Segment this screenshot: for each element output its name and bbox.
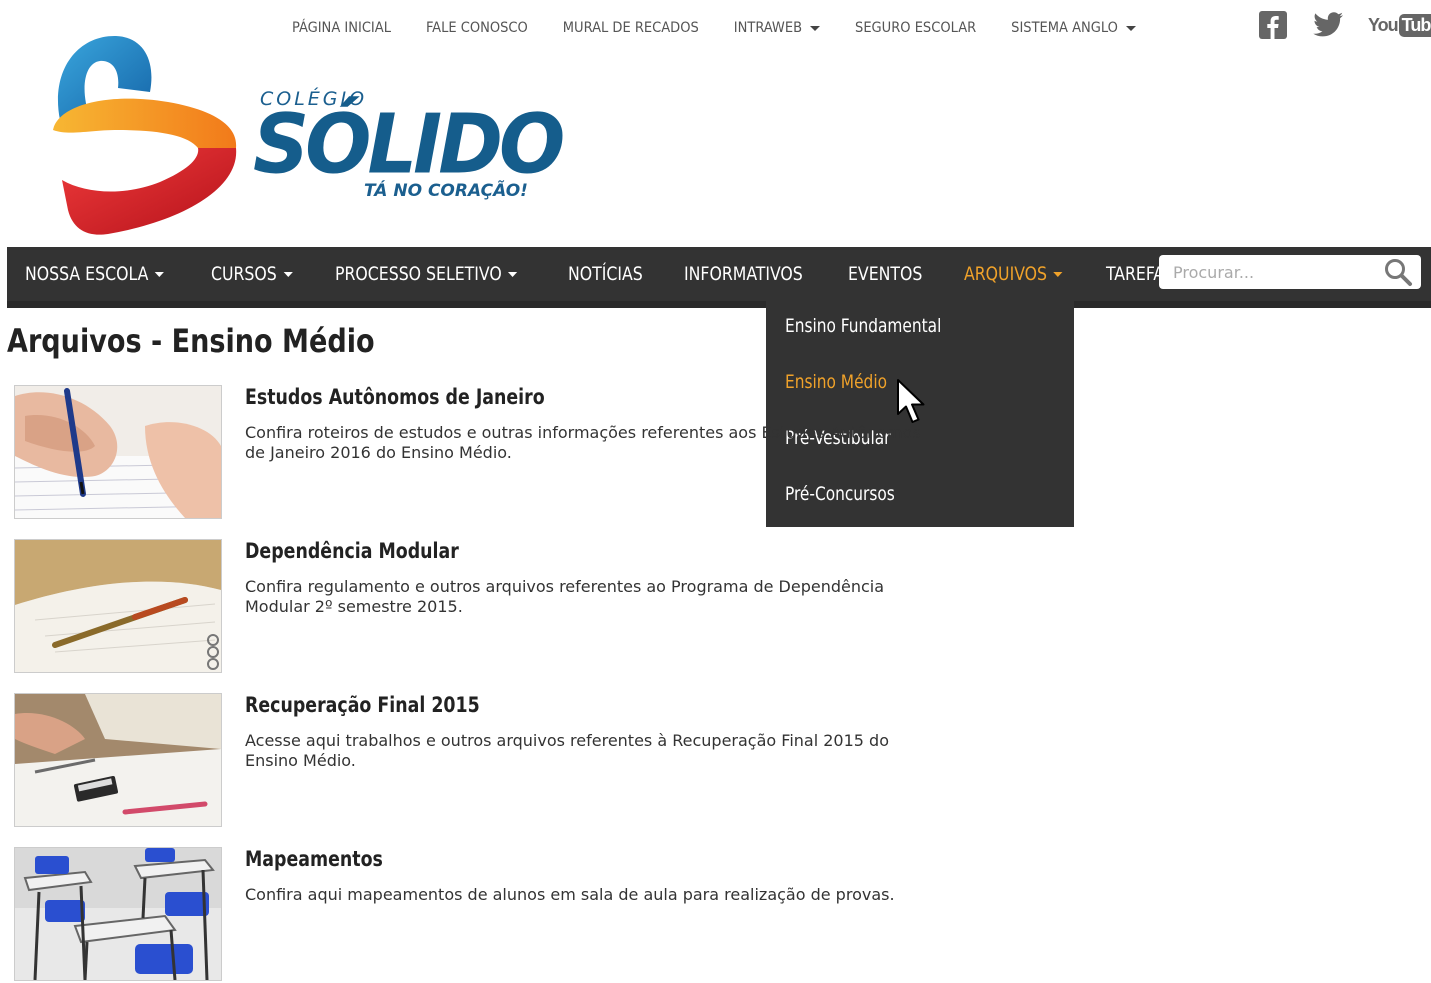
top-link-seguro-escolar[interactable]: SEGURO ESCOLAR	[855, 20, 976, 36]
article-description: Confira regulamento e outros arquivos re…	[245, 577, 885, 616]
nav-item-label: CURSOS	[211, 263, 277, 285]
youtube-link[interactable]: YouTube	[1368, 13, 1431, 37]
article-title[interactable]: Dependência Modular	[245, 539, 459, 563]
books-pen-image	[15, 540, 221, 672]
top-link-intraweb[interactable]: INTRAWEB	[733, 20, 821, 36]
article-description: Acesse aqui trabalhos e outros arquivos …	[245, 731, 889, 770]
nav-item-processo-seletivo[interactable]: PROCESSO SELETIVO	[335, 263, 517, 285]
nav-item-label: EVENTOS	[848, 263, 923, 285]
top-link-label: SEGURO ESCOLAR	[855, 20, 977, 36]
nav-item-label: INFORMATIVOS	[684, 263, 803, 285]
page-title: Arquivos - Ensino Médio	[7, 322, 375, 360]
nav-item-arquivos[interactable]: ARQUIVOS	[964, 263, 1063, 285]
list-item: Dependência Modular Confira regulamento …	[14, 539, 954, 675]
nav-item-label: NOSSA ESCOLA	[25, 263, 149, 285]
school-logo[interactable]: COLÉGIO SÓLIDO TÁ NO CORAÇÃO!	[48, 30, 565, 240]
caret-down-icon	[154, 271, 165, 277]
logo-tagline: TÁ NO CORAÇÃO!	[364, 181, 528, 201]
nav-item-cursos[interactable]: CURSOS	[211, 263, 293, 285]
nav-item-noticias[interactable]: NOTÍCIAS	[568, 263, 643, 285]
nav-item-label: PROCESSO SELETIVO	[334, 263, 502, 285]
search-box	[1159, 255, 1421, 289]
article-thumbnail[interactable]	[14, 539, 222, 673]
youtube-logo-you: You	[1368, 14, 1399, 35]
nav-item-informativos[interactable]: INFORMATIVOS	[684, 263, 803, 285]
nav-items: NOSSA ESCOLA CURSOS PROCESSO SELETIVO NO…	[25, 247, 1215, 301]
list-item: Mapeamentos Confira aqui mapeamentos de …	[14, 847, 954, 983]
article-title[interactable]: Estudos Autônomos de Janeiro	[245, 385, 545, 409]
caret-down-icon	[1053, 271, 1063, 277]
article-thumbnail[interactable]	[14, 385, 222, 519]
top-link-mural-de-recados[interactable]: MURAL DE RECADOS	[563, 20, 699, 36]
top-link-label: INTRAWEB	[733, 20, 803, 36]
facebook-link[interactable]	[1258, 10, 1288, 40]
article-title[interactable]: Mapeamentos	[245, 847, 383, 871]
logo-emblem	[53, 35, 237, 235]
article-description: Confira aqui mapeamentos de alunos em sa…	[245, 885, 895, 904]
caret-down-icon	[810, 25, 821, 31]
youtube-logo-tube: Tube	[1398, 13, 1431, 37]
top-link-sistema-anglo[interactable]: SISTEMA ANGLO	[1011, 20, 1136, 36]
caret-down-icon	[283, 271, 293, 277]
classroom-chairs-image	[15, 848, 221, 980]
dropdown-item-ensino-fundamental[interactable]: Ensino Fundamental	[785, 315, 941, 337]
article-title[interactable]: Recuperação Final 2015	[245, 693, 480, 717]
article-thumbnail[interactable]	[14, 847, 222, 981]
facebook-icon	[1259, 11, 1287, 39]
social-links: YouTube	[1258, 10, 1431, 40]
twitter-link[interactable]	[1312, 11, 1344, 39]
twitter-icon	[1313, 12, 1344, 37]
search-button[interactable]	[1383, 257, 1413, 291]
logo-name-text: SÓLIDO	[253, 98, 565, 193]
caret-down-icon	[1125, 25, 1136, 31]
nav-item-nossa-escola[interactable]: NOSSA ESCOLA	[25, 263, 165, 285]
search-icon	[1385, 259, 1412, 286]
nav-item-label: NOTÍCIAS	[567, 263, 643, 285]
writing-hand-image	[15, 386, 221, 518]
article-thumbnail[interactable]	[14, 693, 222, 827]
list-item: Recuperação Final 2015 Acesse aqui traba…	[14, 693, 954, 829]
nav-item-label: ARQUIVOS	[963, 263, 1047, 285]
nav-item-eventos[interactable]: EVENTOS	[848, 263, 922, 285]
top-link-label: SISTEMA ANGLO	[1011, 20, 1118, 36]
article-description: Confira roteiros de estudos e outras inf…	[245, 423, 921, 462]
top-link-label: MURAL DE RECADOS	[562, 20, 699, 36]
caret-down-icon	[507, 271, 517, 277]
list-item: Estudos Autônomos de Janeiro Confira rot…	[14, 385, 954, 521]
search-input[interactable]	[1159, 256, 1375, 288]
studying-desk-image	[15, 694, 221, 826]
main-navbar: NOSSA ESCOLA CURSOS PROCESSO SELETIVO NO…	[7, 247, 1431, 308]
